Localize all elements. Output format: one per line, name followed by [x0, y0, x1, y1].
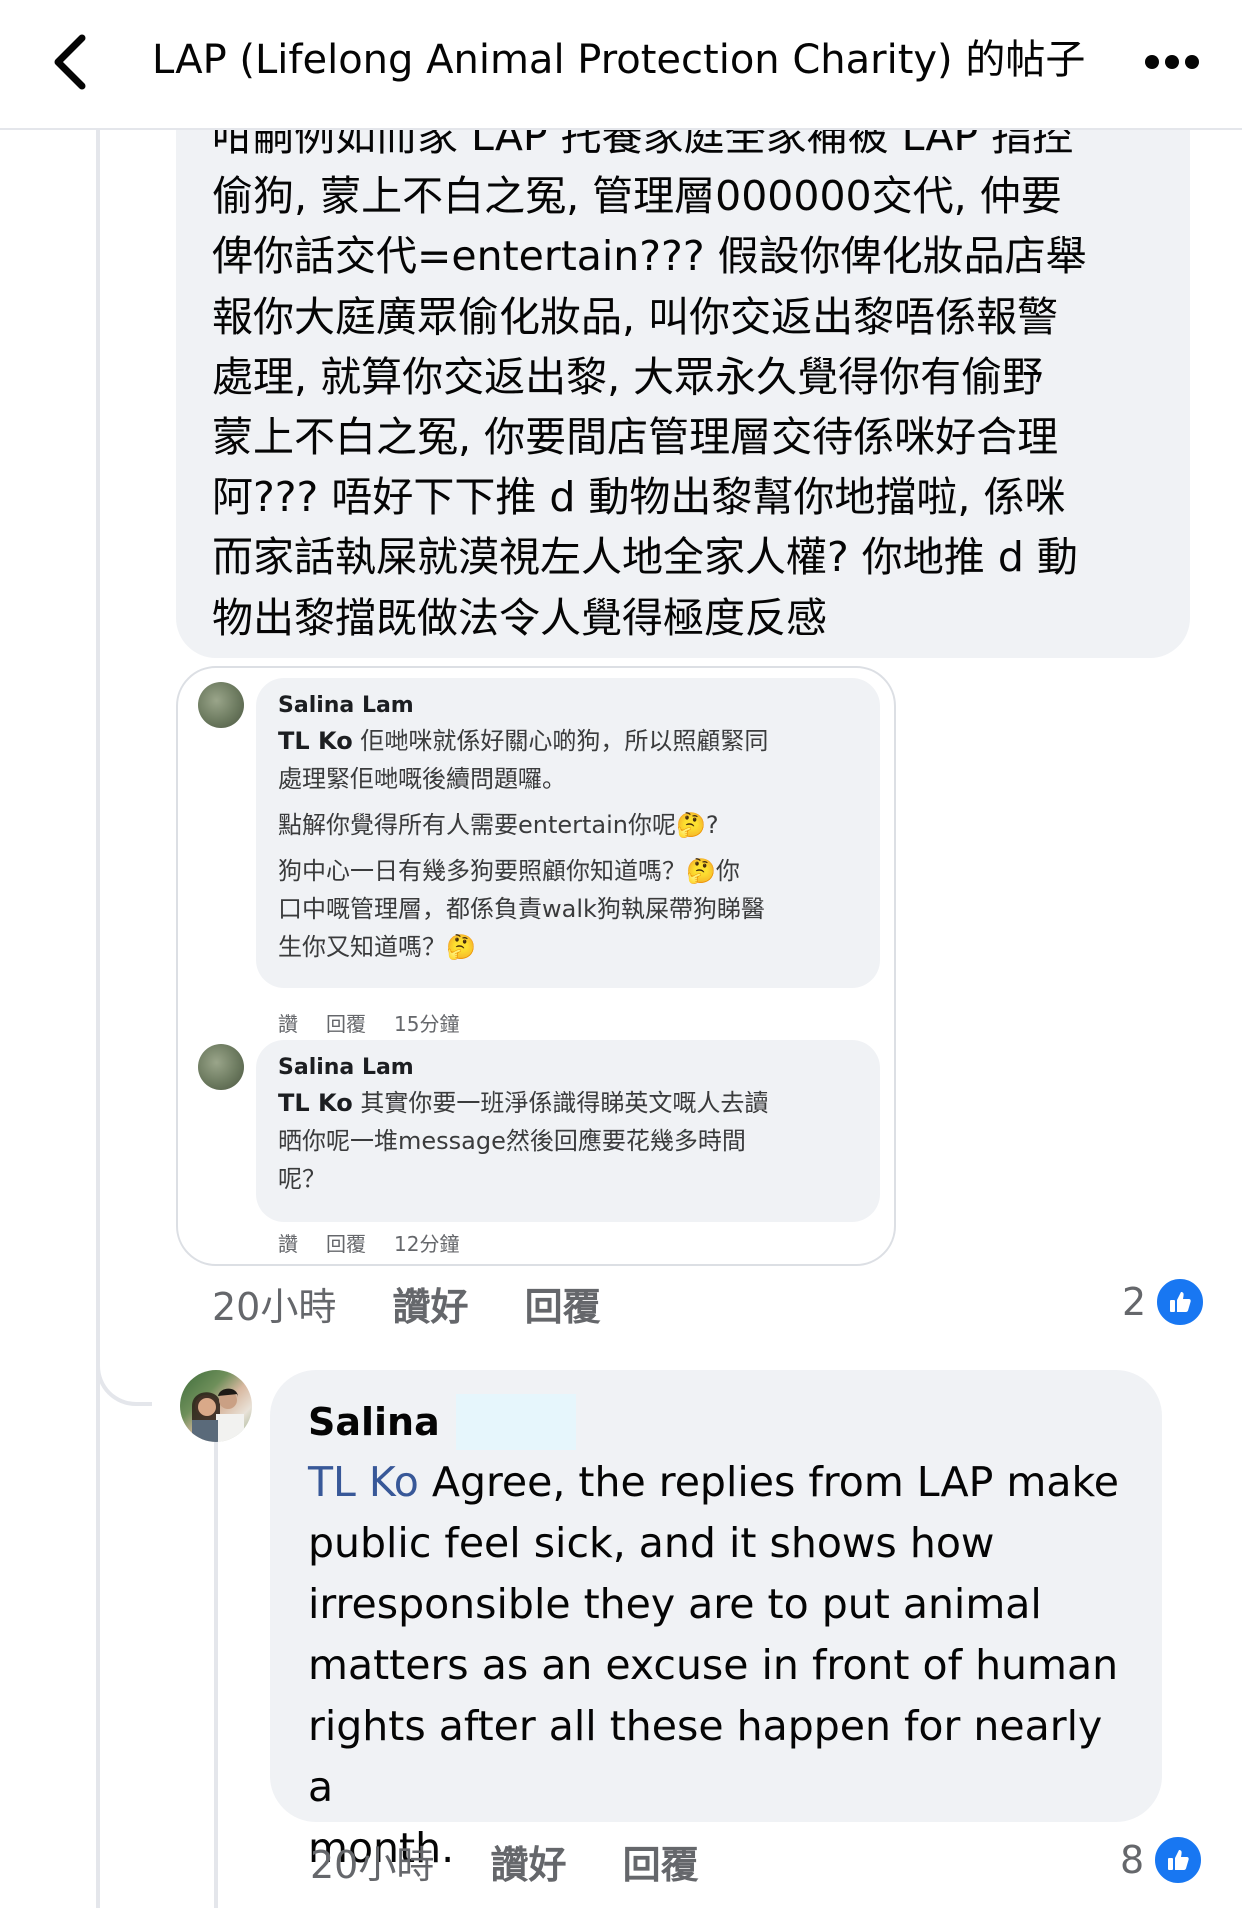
- mention-link[interactable]: TL Ko: [308, 1458, 419, 1506]
- back-button[interactable]: [46, 30, 96, 94]
- avatar[interactable]: [180, 1370, 252, 1442]
- reaction-summary[interactable]: 8: [1120, 1834, 1205, 1886]
- embedded-comment-author: Salina Lam: [278, 693, 414, 718]
- thread-line: [96, 128, 100, 1908]
- avatar: [198, 1044, 244, 1090]
- comment-timestamp: 20小時: [310, 1843, 435, 1887]
- more-dots-icon: [1145, 55, 1199, 69]
- comment-text: TL Ko Agree, the replies from LAP make p…: [308, 1458, 1119, 1872]
- comment-author[interactable]: Salina: [308, 1392, 440, 1452]
- attached-screenshot[interactable]: Salina Lam TL Ko 佢哋咪就係好關心啲狗，所以照顧緊同 處理緊佢哋…: [176, 666, 896, 1266]
- comment-actions: 20小時 讚好 回覆: [310, 1834, 699, 1889]
- reply-thread-connector: [96, 1230, 152, 1406]
- like-button[interactable]: 讚好: [490, 1834, 566, 1889]
- page-title: LAP (Lifelong Animal Protection Charity)…: [152, 37, 1086, 83]
- back-chevron-icon: [54, 34, 86, 90]
- embedded-comment-text: 點解你覺得所有人需要entertain你呢🤔?: [278, 811, 719, 839]
- embedded-comment-text: TL Ko 其實你要一班淨係識得睇英文嘅人去讀 晒你呢一堆message然後回應…: [278, 1089, 769, 1193]
- avatar: [198, 682, 244, 728]
- embedded-comment-bubble: Salina Lam TL Ko 佢哋咪就係好關心啲狗，所以照顧緊同 處理緊佢哋…: [256, 678, 880, 988]
- embedded-comment-text: TL Ko 佢哋咪就係好關心啲狗，所以照顧緊同 處理緊佢哋嘅後續問題囉。: [278, 727, 769, 793]
- embedded-comment-actions: 讚回覆 12分鐘: [278, 1232, 460, 1256]
- reaction-count: 8: [1120, 1838, 1145, 1882]
- like-thumb-icon: [1154, 1276, 1207, 1328]
- embedded-comment-actions: 讚回覆 15分鐘: [278, 1012, 460, 1036]
- reply-thread-line: [214, 1440, 218, 1908]
- reply-button[interactable]: 回覆: [623, 1834, 699, 1889]
- reply-button[interactable]: 回覆: [525, 1276, 601, 1331]
- more-options-button[interactable]: [1142, 52, 1202, 72]
- reaction-count: 2: [1122, 1280, 1147, 1324]
- embedded-comment-text: 狗中心一日有幾多狗要照顧你知道嗎？🤔你 口中嘅管理層，都係負責walk狗執屎帶狗…: [278, 857, 765, 961]
- like-thumb-icon: [1152, 1834, 1205, 1886]
- embedded-comment-bubble: Salina Lam TL Ko 其實你要一班淨係識得睇英文嘅人去讀 晒你呢一堆…: [256, 1040, 880, 1222]
- comment-actions: 20小時 讚好 回覆: [212, 1276, 601, 1331]
- top-bar: LAP (Lifelong Animal Protection Charity)…: [0, 0, 1242, 130]
- embedded-comment-author: Salina Lam: [278, 1055, 414, 1080]
- redacted-name: [455, 1394, 576, 1450]
- like-button[interactable]: 讚好: [392, 1276, 468, 1331]
- comment-timestamp: 20小時: [212, 1285, 337, 1329]
- reply-comment-bubble: Salina TL Ko Agree, the replies from LAP…: [270, 1370, 1162, 1872]
- reaction-summary[interactable]: 2: [1122, 1276, 1207, 1328]
- comment-bubble: 咁嗣例如而家 LAP 托養家庭全家補被 LAP 指控 偷狗, 蒙上不白之冤, 管…: [176, 80, 1190, 658]
- comment-author-row: Salina: [308, 1392, 1132, 1452]
- comment-text: 咁嗣例如而家 LAP 托養家庭全家補被 LAP 指控 偷狗, 蒙上不白之冤, 管…: [212, 112, 1087, 642]
